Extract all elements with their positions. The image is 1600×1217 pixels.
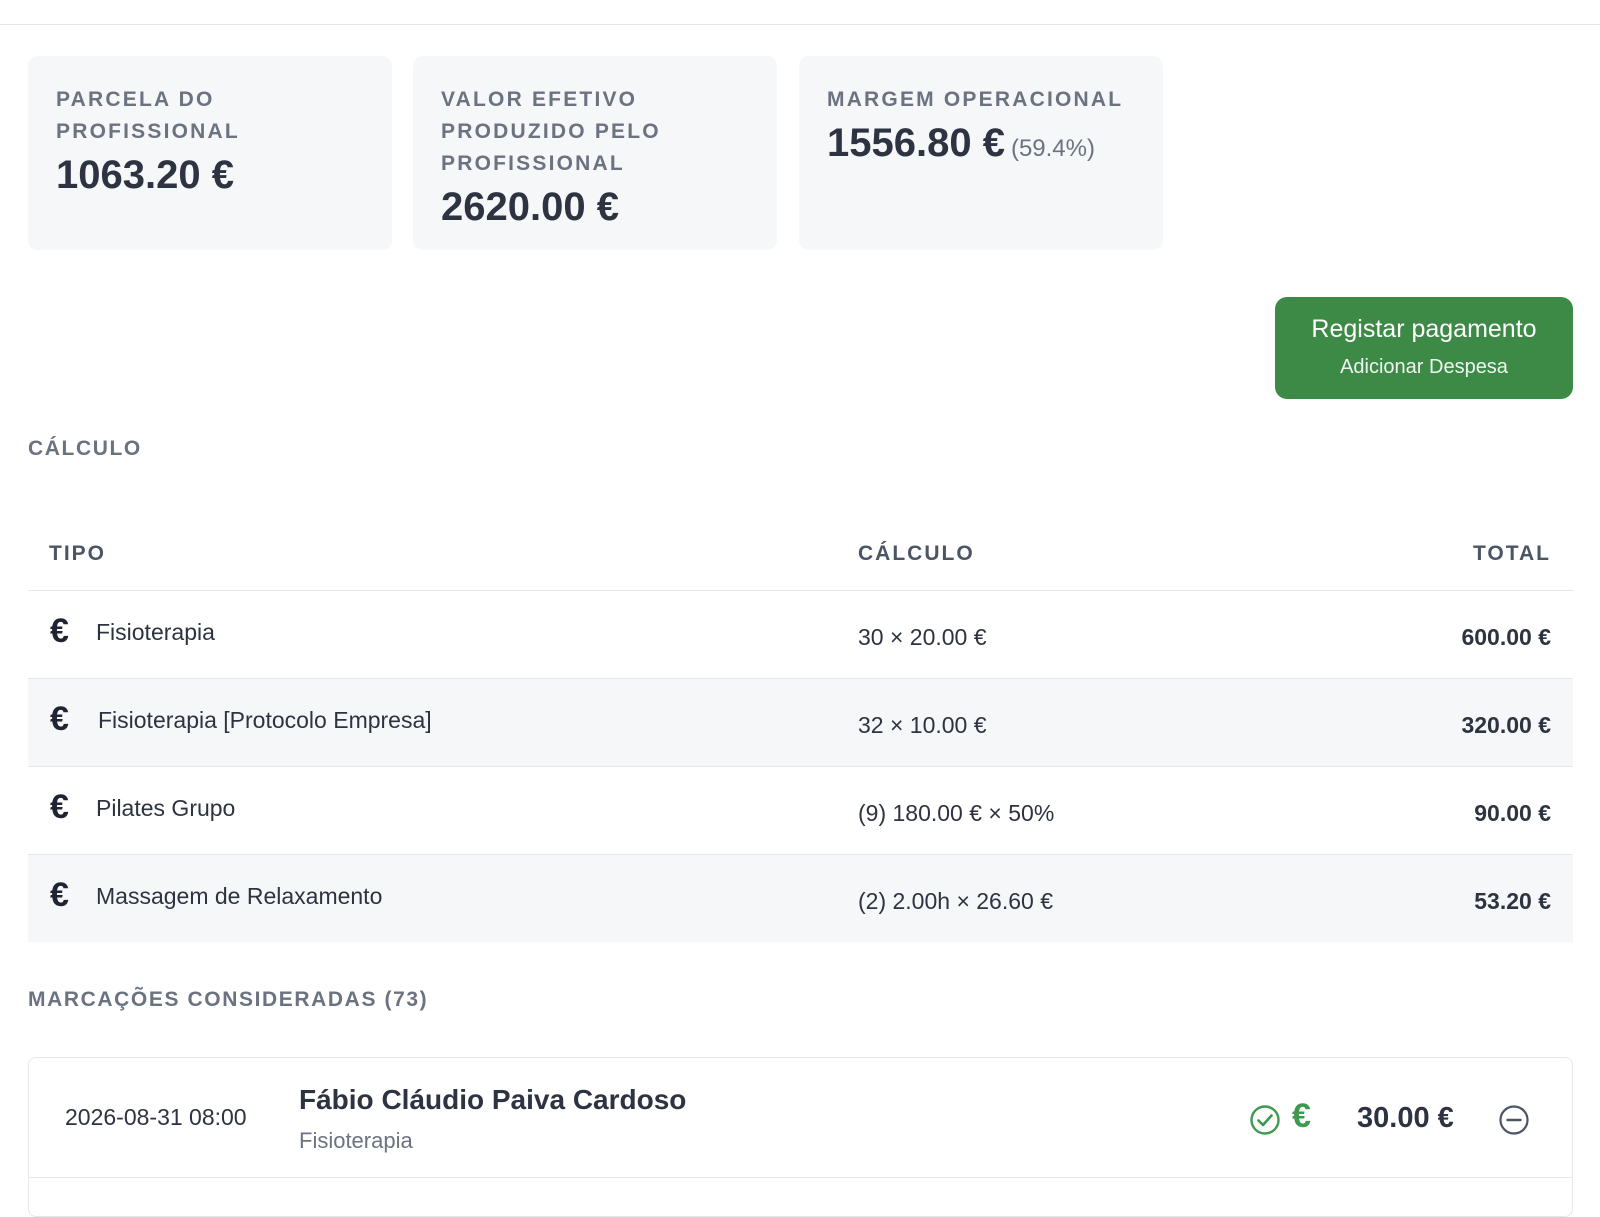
header-divider [0,24,1600,25]
appointments-section-title: MARCAÇÕES CONSIDERADAS (73) [28,988,429,1011]
row-total: 53.20 € [1474,888,1551,914]
row-calculo: (2) 2.00h × 26.60 € [858,888,1054,914]
card-percent: (59.4%) [1010,135,1095,162]
register-payment-label: Registar pagamento [1311,315,1537,343]
card-value-row: 1556.80 € (59.4%) [827,120,1135,172]
summary-card-operating-margin: MARGEM OPERACIONAL 1556.80 € (59.4%) [799,56,1163,250]
row-total: 600.00 € [1461,624,1551,650]
euro-icon: € [50,700,69,738]
euro-icon: € [50,876,69,914]
appointment-divider [29,1177,1572,1178]
row-tipo: Fisioterapia [Protocolo Empresa] [98,707,432,733]
card-label: VALOR EFETIVO PRODUZIDO PELO PROFISSIONA… [441,88,661,175]
table-row: € Fisioterapia 30 × 20.00 € 600.00 € [28,591,1573,679]
summary-card-professional-share: PARCELA DO PROFISSIONAL 1063.20 € [28,56,392,250]
column-header-total: TOTAL [1472,542,1551,565]
remove-circle-icon[interactable] [1498,1104,1530,1141]
row-tipo: Massagem de Relaxamento [96,883,383,909]
register-payment-button[interactable]: Registar pagamento Adicionar Despesa [1275,297,1573,399]
appointment-amount: 30.00 € [1357,1102,1454,1134]
summary-card-effective-value: VALOR EFETIVO PRODUZIDO PELO PROFISSIONA… [413,56,777,250]
calculation-section-title: CÁLCULO [28,437,142,460]
table-header: TIPO CÁLCULO TOTAL [28,530,1573,591]
appointment-item[interactable]: 2026-08-31 08:00 Fábio Cláudio Paiva Car… [28,1057,1573,1217]
row-total: 320.00 € [1461,712,1551,738]
card-value: 2620.00 € [441,185,619,229]
appointment-datetime: 2026-08-31 08:00 [65,1104,247,1130]
add-expense-label: Adicionar Despesa [1340,356,1508,378]
check-circle-icon [1249,1104,1281,1141]
appointment-service: Fisioterapia [299,1128,413,1153]
calculation-table: TIPO CÁLCULO TOTAL € Fisioterapia 30 × 2… [28,530,1573,942]
row-tipo: Fisioterapia [96,619,215,645]
row-calculo: 30 × 20.00 € [858,624,987,650]
euro-icon: € [50,612,69,650]
column-header-calculo: CÁLCULO [858,542,975,565]
table-row: € Fisioterapia [Protocolo Empresa] 32 × … [28,679,1573,767]
row-tipo: Pilates Grupo [96,795,236,821]
card-label: MARGEM OPERACIONAL [827,88,1124,111]
card-label: PARCELA DO PROFISSIONAL [56,88,240,143]
appointment-client-name: Fábio Cláudio Paiva Cardoso [299,1084,687,1115]
card-value: 1063.20 € [56,153,234,197]
card-value: 1556.80 € [827,121,1005,165]
column-header-tipo: TIPO [49,542,107,565]
row-calculo: (9) 180.00 € × 50% [858,800,1055,826]
euro-icon: € [1292,1097,1311,1135]
table-row: € Pilates Grupo (9) 180.00 € × 50% 90.00… [28,767,1573,855]
table-row: € Massagem de Relaxamento (2) 2.00h × 26… [28,855,1573,942]
euro-icon: € [50,788,69,826]
row-total: 90.00 € [1474,800,1551,826]
row-calculo: 32 × 10.00 € [858,712,987,738]
